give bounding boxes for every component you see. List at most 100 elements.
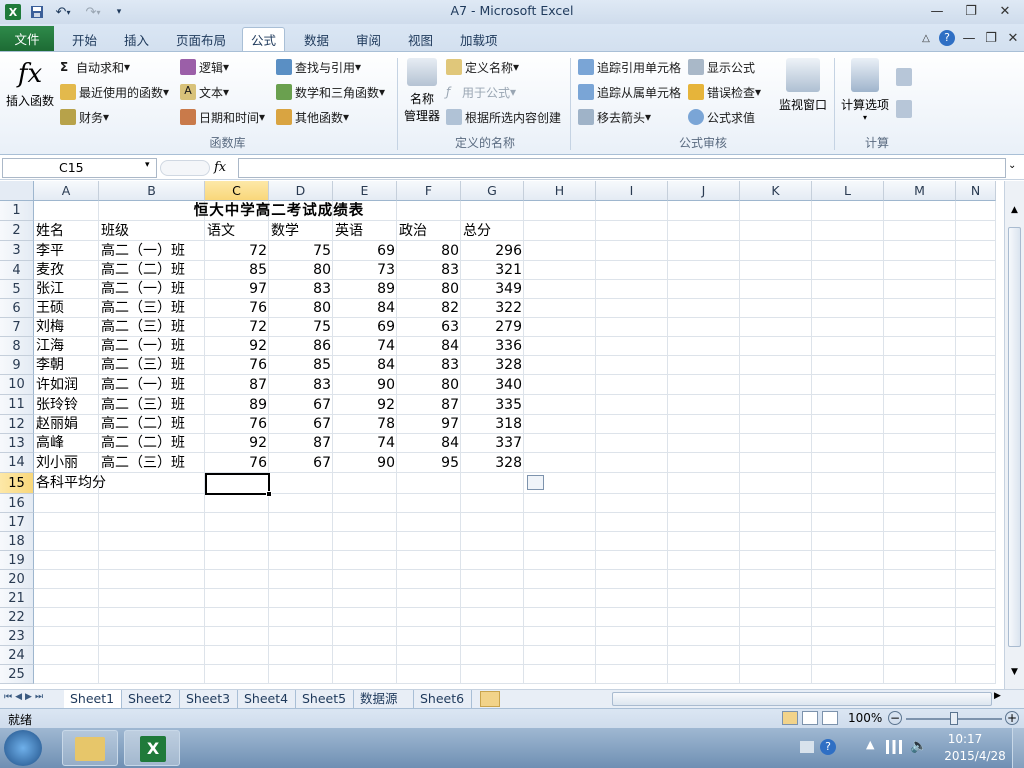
grid-cell[interactable] (524, 532, 596, 551)
column-header-J[interactable]: J (668, 181, 740, 201)
grid-cell[interactable] (956, 280, 996, 299)
grid-cell[interactable] (812, 608, 884, 627)
grid-cell[interactable] (884, 608, 956, 627)
windows-start-icon[interactable] (4, 730, 42, 766)
row-header-8[interactable]: 8 (0, 337, 34, 356)
math-button[interactable]: 数学和三角函数 ▾ (276, 81, 385, 103)
grid-cell[interactable] (956, 453, 996, 473)
cell-E6[interactable]: 84 (333, 299, 397, 318)
grid-cell[interactable] (668, 375, 740, 395)
grid-cell[interactable] (34, 532, 99, 551)
grid-cell[interactable] (596, 280, 668, 299)
grid-cell[interactable] (884, 241, 956, 261)
grid-cell[interactable] (668, 494, 740, 513)
grid-cell[interactable] (461, 551, 524, 570)
row-header-14[interactable]: 14 (0, 453, 34, 473)
name-manager-button[interactable]: 名称 管理器 (402, 58, 442, 124)
grid-cell[interactable] (333, 589, 397, 608)
grid-cell[interactable] (596, 665, 668, 684)
cell-C13[interactable]: 92 (205, 434, 269, 453)
grid-cell[interactable] (740, 627, 812, 646)
grid-cell[interactable] (740, 415, 812, 434)
cell-G11[interactable]: 335 (461, 395, 524, 415)
grid-cell[interactable] (956, 513, 996, 532)
row-header-1[interactable]: 1 (0, 201, 34, 221)
cell-F4[interactable]: 83 (397, 261, 461, 280)
evaluate-formula-button[interactable]: 公式求值 (688, 106, 755, 128)
grid-cell[interactable] (956, 318, 996, 337)
cell-D12[interactable]: 67 (269, 415, 333, 434)
cell-B13[interactable]: 高二（二）班 (99, 434, 205, 453)
grid-cell[interactable] (461, 570, 524, 589)
zoom-in-icon[interactable]: + (1005, 711, 1019, 725)
grid-cell[interactable] (956, 627, 996, 646)
grid-cell[interactable] (205, 627, 269, 646)
cell-B9[interactable]: 高二（三）班 (99, 356, 205, 375)
cell-G14[interactable]: 328 (461, 453, 524, 473)
cell-B2[interactable]: 班级 (99, 221, 205, 241)
row-header-20[interactable]: 20 (0, 570, 34, 589)
datetime-button[interactable]: 日期和时间 ▾ (180, 106, 265, 128)
grid-cell[interactable] (524, 395, 596, 415)
sheet-tab-7[interactable]: Sheet6 (414, 690, 472, 708)
grid-cell[interactable] (956, 261, 996, 280)
name-box-dropdown-icon[interactable]: ▾ (145, 160, 150, 170)
vertical-scroll-thumb[interactable] (1008, 227, 1021, 647)
grid-cell[interactable] (269, 665, 333, 684)
grid-cell[interactable] (34, 513, 99, 532)
grid-cell[interactable] (812, 494, 884, 513)
grid-cell[interactable] (397, 646, 461, 665)
scroll-up-icon[interactable]: ▲ (1007, 205, 1022, 225)
grid-cell[interactable] (956, 570, 996, 589)
tab-file[interactable]: 文件 (0, 26, 54, 51)
grid-cell[interactable] (524, 221, 596, 241)
cell-D11[interactable]: 67 (269, 395, 333, 415)
grid-cell[interactable] (884, 299, 956, 318)
grid-cell[interactable] (884, 473, 956, 494)
close-button[interactable]: ✕ (988, 0, 1022, 22)
cell-D8[interactable]: 86 (269, 337, 333, 356)
grid-cell[interactable] (812, 589, 884, 608)
grid-cell[interactable] (740, 261, 812, 280)
grid-cell[interactable] (269, 513, 333, 532)
cell-D7[interactable]: 75 (269, 318, 333, 337)
keyboard-tray-icon[interactable] (800, 741, 814, 753)
zoom-level[interactable]: 100% (848, 711, 882, 725)
grid-cell[interactable] (524, 201, 596, 221)
cell-G2[interactable]: 总分 (461, 221, 524, 241)
grid-cell[interactable] (956, 608, 996, 627)
cell-F8[interactable]: 84 (397, 337, 461, 356)
grid-cell[interactable] (956, 646, 996, 665)
grid-cell[interactable] (205, 589, 269, 608)
grid-cell[interactable] (884, 415, 956, 434)
volume-icon[interactable]: 🔈 (910, 738, 927, 754)
sheet-tab-3[interactable]: Sheet3 (180, 690, 238, 708)
grid-cell[interactable] (812, 453, 884, 473)
grid-cell[interactable] (884, 201, 956, 221)
calculate-now-icon[interactable] (896, 68, 912, 86)
grid-cell[interactable] (596, 375, 668, 395)
grid-cell[interactable] (333, 513, 397, 532)
cell-D3[interactable]: 75 (269, 241, 333, 261)
tab-data[interactable]: 数据 (296, 27, 337, 51)
grid-cell[interactable] (596, 337, 668, 356)
grid-cell[interactable] (596, 473, 668, 494)
grid-cell[interactable] (812, 627, 884, 646)
row-header-4[interactable]: 4 (0, 261, 34, 280)
grid-cell[interactable] (596, 201, 668, 221)
recent-functions-button[interactable]: 最近使用的函数 ▾ (60, 81, 169, 103)
use-in-formula-button[interactable]: ƒ 用于公式 ▾ (446, 81, 516, 103)
row-header-9[interactable]: 9 (0, 356, 34, 375)
grid-cell[interactable] (668, 608, 740, 627)
grid-cell[interactable] (884, 627, 956, 646)
grid-cell[interactable] (812, 299, 884, 318)
grid-cell[interactable] (740, 532, 812, 551)
grid-cell[interactable] (269, 646, 333, 665)
grid-cell[interactable] (956, 473, 996, 494)
grid-cell[interactable] (596, 261, 668, 280)
cell-F14[interactable]: 95 (397, 453, 461, 473)
row-header-13[interactable]: 13 (0, 434, 34, 453)
grid-cell[interactable] (812, 201, 884, 221)
cell-F5[interactable]: 80 (397, 280, 461, 299)
cell-F7[interactable]: 63 (397, 318, 461, 337)
